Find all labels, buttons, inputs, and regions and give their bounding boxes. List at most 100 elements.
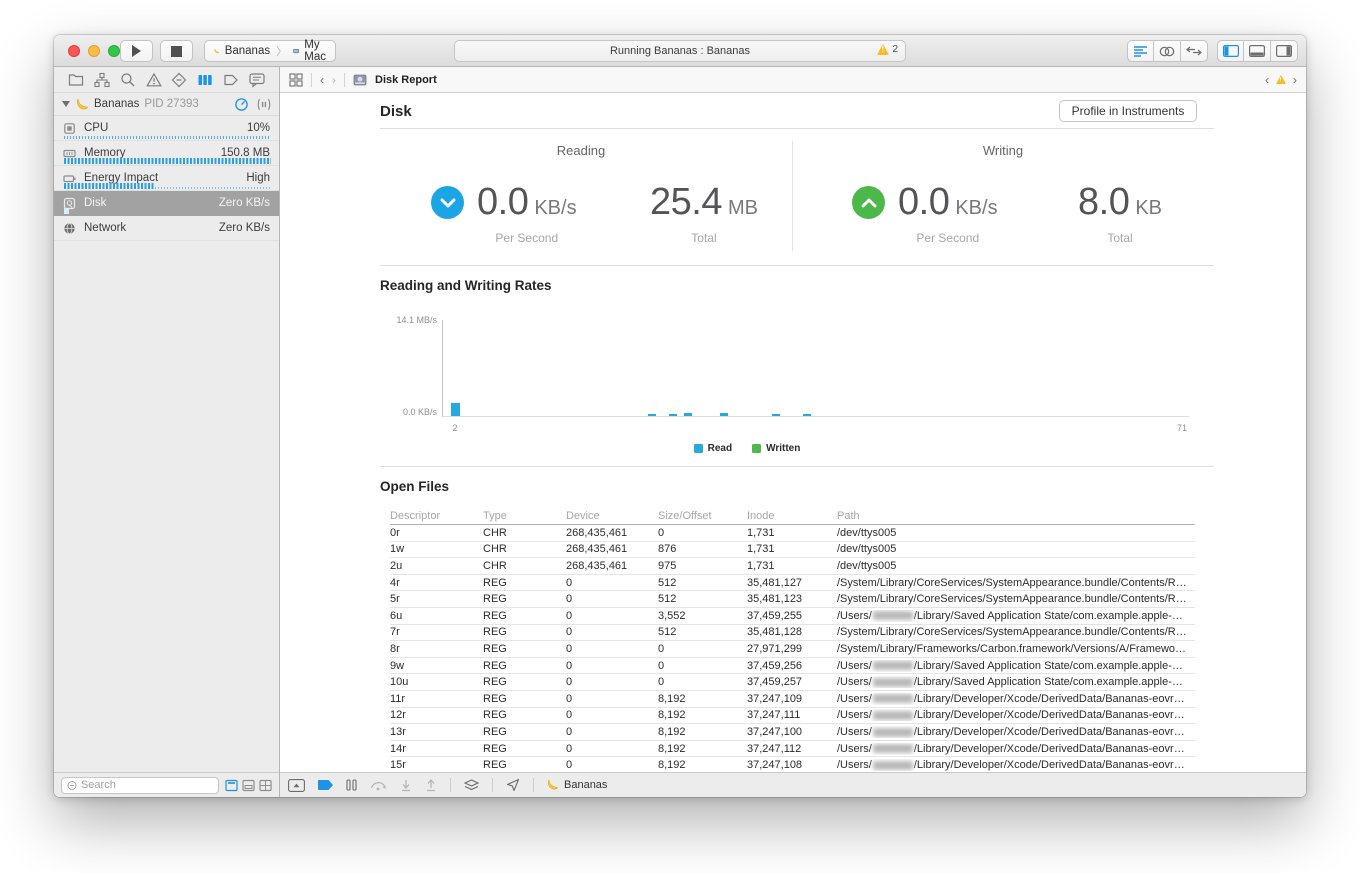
version-editor-button[interactable] (1181, 40, 1208, 62)
table-row[interactable]: 13r REG 0 8,192 37,247,100 /Users//Libra… (390, 724, 1195, 741)
forward-button[interactable]: › (332, 73, 336, 87)
writing-circle-icon (852, 186, 885, 219)
tab-find-navigator[interactable] (119, 71, 137, 89)
table-row[interactable]: 8r REG 0 0 27,971,299 /System/Library/Fr… (390, 641, 1195, 658)
table-row[interactable]: 5r REG 0 512 35,481,123 /System/Library/… (390, 591, 1195, 608)
cell-device: 0 (566, 693, 658, 705)
toggle-navigator-button[interactable] (1217, 40, 1244, 62)
column-header-size-offset[interactable]: Size/Offset (658, 510, 747, 522)
process-row[interactable]: Bananas PID 27393 (54, 93, 279, 116)
back-button[interactable]: ‹ (320, 73, 324, 87)
chart-heading: Reading and Writing Rates (380, 278, 552, 293)
tab-issue-navigator[interactable] (145, 71, 163, 89)
tab-test-navigator[interactable] (170, 71, 188, 89)
divider (380, 265, 1214, 266)
debug-bar-process-label: Bananas (564, 779, 607, 791)
view-hierarchy-debug-button[interactable] (464, 779, 479, 792)
cell-type: CHR (483, 543, 566, 555)
stop-button[interactable] (160, 40, 193, 62)
issue-warning-icon[interactable] (1276, 75, 1286, 84)
memory-sparkline (64, 158, 271, 164)
table-row[interactable]: 15r REG 0 8,192 37,247,108 /Users//Libra… (390, 757, 1195, 772)
column-header-device[interactable]: Device (566, 510, 658, 522)
profile-in-instruments-button[interactable]: Profile in Instruments (1059, 100, 1197, 122)
column-header-path[interactable]: Path (837, 510, 1195, 522)
warning-badge[interactable]: 2 (877, 44, 898, 55)
run-button[interactable] (120, 40, 153, 62)
previous-issue-button[interactable]: ‹ (1265, 73, 1269, 87)
zoom-window-button[interactable] (108, 45, 120, 57)
gauge-row-network[interactable]: Network Zero KB/s (54, 216, 279, 241)
step-over-button[interactable] (370, 779, 387, 791)
cell-inode: 37,247,100 (747, 726, 837, 738)
gauge-row-memory[interactable]: Memory 150.8 MB (54, 141, 279, 166)
search-field[interactable] (61, 777, 219, 794)
table-row[interactable]: 1w CHR 268,435,461 876 1,731 /dev/ttys00… (390, 542, 1195, 559)
close-window-button[interactable] (68, 45, 80, 57)
table-row[interactable]: 7r REG 0 512 35,481,128 /System/Library/… (390, 625, 1195, 642)
filter-threads-icon[interactable] (242, 779, 255, 792)
jump-bar-report-title[interactable]: Disk Report (375, 74, 437, 86)
column-header-type[interactable]: Type (483, 510, 566, 522)
table-row[interactable]: 12r REG 0 8,192 37,247,111 /Users//Libra… (390, 708, 1195, 725)
pause-button[interactable] (346, 779, 357, 791)
cell-inode: 37,459,257 (747, 676, 837, 688)
cell-path: /Users//Library/Saved Application State/… (837, 660, 1195, 672)
cell-descriptor: 6u (390, 610, 483, 622)
standard-editor-button[interactable] (1127, 40, 1154, 62)
reading-total-caption: Total (691, 231, 716, 245)
destination-name: My Mac (304, 39, 326, 63)
next-issue-button[interactable]: › (1293, 73, 1297, 87)
table-row[interactable]: 4r REG 0 512 35,481,127 /System/Library/… (390, 575, 1195, 592)
cell-type: REG (483, 577, 566, 589)
gauge-row-disk[interactable]: Disk Zero KB/s (54, 191, 279, 216)
scheme-selector[interactable]: Bananas 〉 My Mac (204, 40, 336, 62)
tab-breakpoint-navigator[interactable] (222, 71, 240, 89)
status-text: Running Bananas : Bananas (610, 45, 750, 57)
related-items-icon[interactable] (289, 73, 303, 87)
writing-total-metric: 8.0 KB Total (1078, 181, 1162, 245)
chart-bar-read (772, 414, 780, 416)
assistant-editor-button[interactable] (1154, 40, 1181, 62)
chevron-up-icon (861, 198, 877, 208)
cell-inode: 37,247,108 (747, 759, 837, 771)
inspector-panel-icon (1276, 45, 1292, 57)
minimize-window-button[interactable] (88, 45, 100, 57)
column-header-inode[interactable]: Inode (747, 510, 837, 522)
table-row[interactable]: 0r CHR 268,435,461 0 1,731 /dev/ttys005 (390, 525, 1195, 542)
filter-stack-frames-icon[interactable] (259, 779, 272, 792)
gauge-icon[interactable] (234, 97, 249, 112)
breakpoints-toggle-button[interactable] (318, 780, 333, 790)
toggle-inspector-button[interactable] (1271, 40, 1298, 62)
tab-symbol-navigator[interactable] (93, 71, 111, 89)
toggle-debug-area-button[interactable] (1244, 40, 1271, 62)
gauge-row-energy[interactable]: Energy Impact High (54, 166, 279, 191)
step-into-button[interactable] (400, 779, 412, 792)
editor-mode-buttons (1127, 40, 1208, 62)
cpu-sparkline (64, 135, 271, 139)
tab-project-navigator[interactable] (67, 71, 85, 89)
table-row[interactable]: 6u REG 0 3,552 37,459,255 /Users//Librar… (390, 608, 1195, 625)
search-input[interactable] (81, 779, 213, 791)
writing-rate-value: 0.0 (898, 181, 949, 224)
table-row[interactable]: 9w REG 0 0 37,459,256 /Users//Library/Sa… (390, 658, 1195, 675)
activity-status-bar[interactable]: Running Bananas : Bananas 2 (454, 40, 906, 62)
tab-debug-navigator[interactable] (196, 71, 214, 89)
hide-debug-area-button[interactable] (288, 779, 305, 792)
cell-inode: 35,481,128 (747, 626, 837, 638)
table-row[interactable]: 2u CHR 268,435,461 975 1,731 /dev/ttys00… (390, 558, 1195, 575)
filter-current-process-icon[interactable] (225, 779, 238, 792)
memory-report-icon[interactable] (257, 97, 271, 112)
tab-report-navigator[interactable] (248, 71, 266, 89)
table-row[interactable]: 11r REG 0 8,192 37,247,109 /Users//Libra… (390, 691, 1195, 708)
table-row[interactable]: 14r REG 0 8,192 37,247,112 /Users//Libra… (390, 741, 1195, 758)
table-row[interactable]: 10u REG 0 0 37,459,257 /Users//Library/S… (390, 674, 1195, 691)
gauge-row-cpu[interactable]: CPU 10% (54, 116, 279, 141)
step-out-button[interactable] (425, 779, 437, 792)
cell-type: REG (483, 693, 566, 705)
simulate-location-button[interactable] (506, 778, 520, 792)
debug-bar-process[interactable]: Bananas (547, 779, 607, 791)
disclosure-triangle-icon[interactable] (62, 101, 70, 107)
cell-size-offset: 0 (658, 660, 747, 672)
column-header-descriptor[interactable]: Descriptor (390, 510, 483, 522)
